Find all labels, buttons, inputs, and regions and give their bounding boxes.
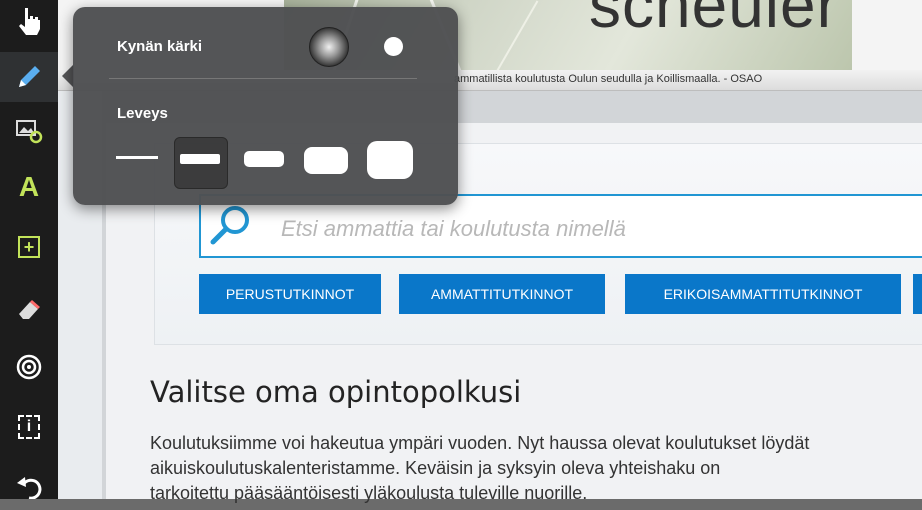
pen-settings-popover: Kynän kärki Leveys — [73, 7, 458, 205]
window-title: ammatillista koulutusta Oulun seudulla j… — [454, 73, 763, 85]
hand-tool[interactable] — [0, 0, 58, 46]
pen-tip-label: Kynän kärki — [117, 38, 203, 55]
hand-pointer-icon — [19, 8, 40, 35]
image-add-icon — [16, 120, 43, 144]
target-tool[interactable] — [0, 342, 58, 392]
plus-box-icon: + — [18, 236, 40, 258]
select-tool[interactable]: i — [0, 402, 58, 452]
width-option-5[interactable] — [367, 141, 413, 179]
width-option-1[interactable] — [116, 156, 158, 159]
dashed-select-icon: i — [18, 415, 40, 439]
undo-icon — [17, 477, 42, 499]
pencil-icon — [19, 66, 40, 87]
eraser-icon — [19, 300, 40, 319]
text-a-icon: A — [18, 171, 40, 202]
body-line: tarkoitettu pääsääntöisesti yläkoulusta … — [150, 483, 588, 503]
target-icon — [16, 354, 42, 380]
width-label: Leveys — [117, 105, 168, 122]
text-tool[interactable]: A — [0, 162, 58, 212]
add-box-tool[interactable]: + — [0, 222, 58, 272]
width-option-2[interactable] — [180, 154, 220, 164]
pen-tip-hard-option[interactable] — [384, 37, 403, 56]
width-option-4[interactable] — [304, 147, 348, 174]
eraser-tool[interactable] — [0, 284, 58, 334]
photo-text: scheuler — [589, 0, 839, 41]
search-icon — [210, 206, 249, 245]
image-tool[interactable] — [0, 106, 58, 156]
body-line: Koulutuksiimme voi hakeutua ympäri vuode… — [150, 433, 810, 453]
pen-tip-soft-option[interactable] — [309, 27, 349, 67]
body-text: Koulutuksiimme voi hakeutua ympäri vuode… — [150, 431, 922, 506]
ammattitutkinnot-button[interactable]: AMMATTITUTKINNOT — [399, 274, 605, 314]
more-button[interactable] — [913, 274, 922, 314]
page-heading: Valitse oma opintopolkusi — [150, 375, 522, 409]
search-placeholder: Etsi ammattia tai koulutusta nimellä — [281, 216, 626, 241]
perustutkinnot-button[interactable]: PERUSTUTKINNOT — [199, 274, 381, 314]
popover-divider — [109, 78, 417, 79]
width-option-3[interactable] — [244, 151, 284, 167]
tool-sidebar: A + i — [0, 0, 58, 499]
body-line: aikuiskoulutuskalenteristamme. Keväisin … — [150, 458, 721, 478]
erikoisammattitutkinnot-button[interactable]: ERIKOISAMMATTITUTKINNOT — [625, 274, 901, 314]
pen-tool[interactable] — [0, 52, 58, 102]
undo-tool[interactable] — [0, 460, 58, 510]
